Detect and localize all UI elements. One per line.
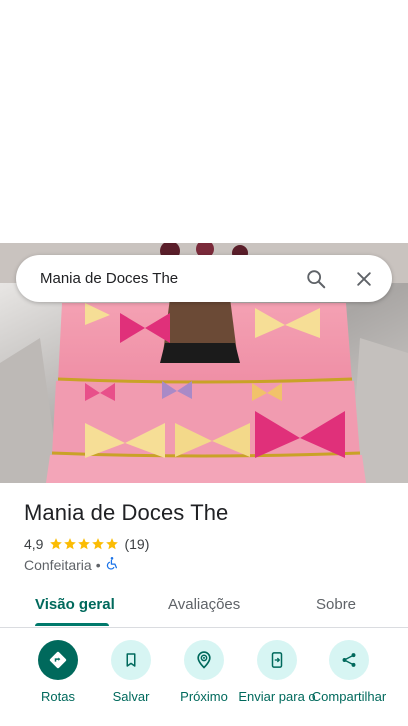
star-icon bbox=[50, 538, 63, 550]
nearby-label: Próximo bbox=[180, 689, 228, 704]
tab-about[interactable]: Sobre bbox=[316, 596, 356, 613]
nearby-button[interactable]: Próximo bbox=[164, 640, 244, 704]
map-blank-area bbox=[0, 0, 408, 243]
active-tab-indicator bbox=[35, 623, 109, 626]
close-icon[interactable] bbox=[340, 255, 388, 302]
tab-bar: Visão geral Avaliações Sobre bbox=[0, 586, 408, 628]
star-icon bbox=[92, 538, 105, 550]
place-category: Confeitaria bbox=[24, 556, 92, 573]
rating-row[interactable]: 4,9 (19) bbox=[24, 536, 149, 552]
share-icon bbox=[329, 640, 369, 680]
search-query-text[interactable]: Mania de Doces The bbox=[16, 270, 292, 287]
share-label: Compartilhar bbox=[311, 689, 387, 704]
star-icon bbox=[64, 538, 77, 550]
place-title: Mania de Doces The bbox=[24, 500, 229, 525]
search-icon[interactable] bbox=[292, 255, 340, 302]
wheelchair-icon bbox=[105, 556, 119, 573]
rating-value: 4,9 bbox=[24, 536, 44, 552]
send-to-phone-icon bbox=[257, 640, 297, 680]
save-button[interactable]: Salvar bbox=[91, 640, 171, 704]
directions-label: Rotas bbox=[41, 689, 75, 704]
review-count[interactable]: (19) bbox=[124, 536, 149, 552]
share-button[interactable]: Compartilhar bbox=[309, 640, 389, 704]
action-buttons: Rotas Salvar Próximo Enviar para o Compa… bbox=[0, 640, 408, 726]
save-label: Salvar bbox=[112, 689, 150, 704]
directions-button[interactable]: Rotas bbox=[18, 640, 98, 704]
send-to-phone-button[interactable]: Enviar para o bbox=[237, 640, 317, 704]
category-row: Confeitaria • bbox=[24, 556, 119, 573]
search-bar[interactable]: Mania de Doces The bbox=[16, 255, 392, 302]
star-icon bbox=[78, 538, 91, 550]
tab-reviews[interactable]: Avaliações bbox=[168, 596, 240, 613]
tab-overview[interactable]: Visão geral bbox=[35, 596, 115, 613]
rating-stars bbox=[49, 537, 119, 551]
nearby-icon bbox=[184, 640, 224, 680]
star-icon bbox=[106, 538, 119, 550]
directions-icon bbox=[38, 640, 78, 680]
separator: • bbox=[95, 556, 101, 573]
bookmark-icon bbox=[111, 640, 151, 680]
send-to-phone-label: Enviar para o bbox=[238, 689, 316, 704]
